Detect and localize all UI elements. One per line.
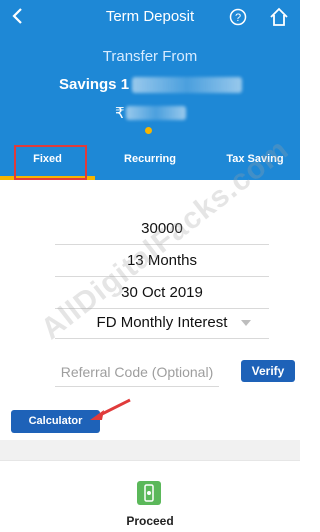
pointer-arrow-icon: [90, 398, 131, 420]
app-header: Term Deposit ?: [0, 0, 300, 34]
tab-recurring[interactable]: Recurring: [100, 140, 200, 180]
referral-code-input[interactable]: [55, 358, 219, 387]
carousel-dot: [145, 127, 152, 134]
proceed-button[interactable]: Proceed: [0, 514, 300, 528]
home-icon[interactable]: [268, 6, 290, 28]
balance-blur: [126, 106, 186, 120]
account-number-blur: [132, 77, 242, 93]
footer-separator: [0, 440, 300, 460]
tab-highlight-box: [14, 145, 87, 180]
dropdown-arrow-icon: [241, 320, 251, 326]
rupee-icon: ₹: [115, 105, 125, 122]
verify-button[interactable]: Verify: [241, 360, 295, 382]
phone-icon[interactable]: [137, 481, 161, 505]
account-name: Savings 1: [59, 76, 130, 93]
transfer-from-label: Transfer From: [102, 48, 198, 65]
help-icon[interactable]: ?: [229, 8, 247, 26]
svg-text:?: ?: [235, 12, 241, 24]
page-title: Term Deposit: [105, 8, 195, 25]
footer-bar: Proceed: [0, 460, 300, 532]
interest-option-value: FD Monthly Interest: [96, 314, 228, 331]
